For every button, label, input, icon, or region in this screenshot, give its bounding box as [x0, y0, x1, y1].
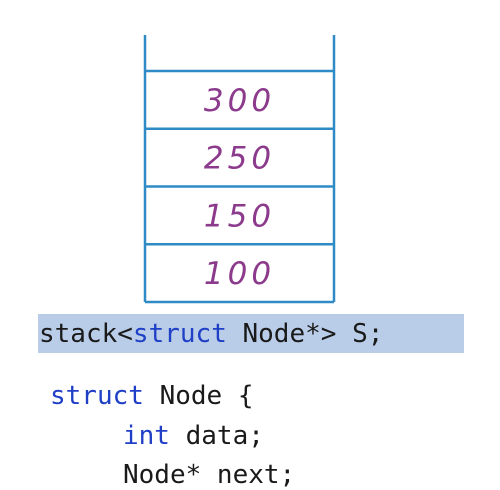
stack-cell-value: 100	[204, 256, 275, 292]
stack-cell-value: 150	[204, 198, 275, 234]
stack-diagram: 300 250 150 100	[143, 35, 336, 304]
int-field-line: int data;	[123, 423, 264, 449]
code-token: Node* next;	[123, 460, 296, 490]
code-token: data;	[169, 421, 264, 451]
stack-cell-value: 300	[204, 83, 275, 119]
code-token: Node {	[143, 381, 254, 411]
stack-cell-value: 250	[204, 141, 275, 177]
stack-declaration-line: stack<struct Node*> S;	[39, 321, 383, 347]
keyword-struct: struct	[50, 381, 144, 411]
keyword-struct: struct	[132, 319, 227, 349]
code-token: stack<	[39, 319, 133, 349]
code-token: Node*> S;	[226, 319, 384, 349]
struct-declaration-line: struct Node {	[50, 383, 254, 409]
next-field-line: Node* next;	[123, 462, 295, 488]
keyword-int: int	[123, 421, 170, 451]
